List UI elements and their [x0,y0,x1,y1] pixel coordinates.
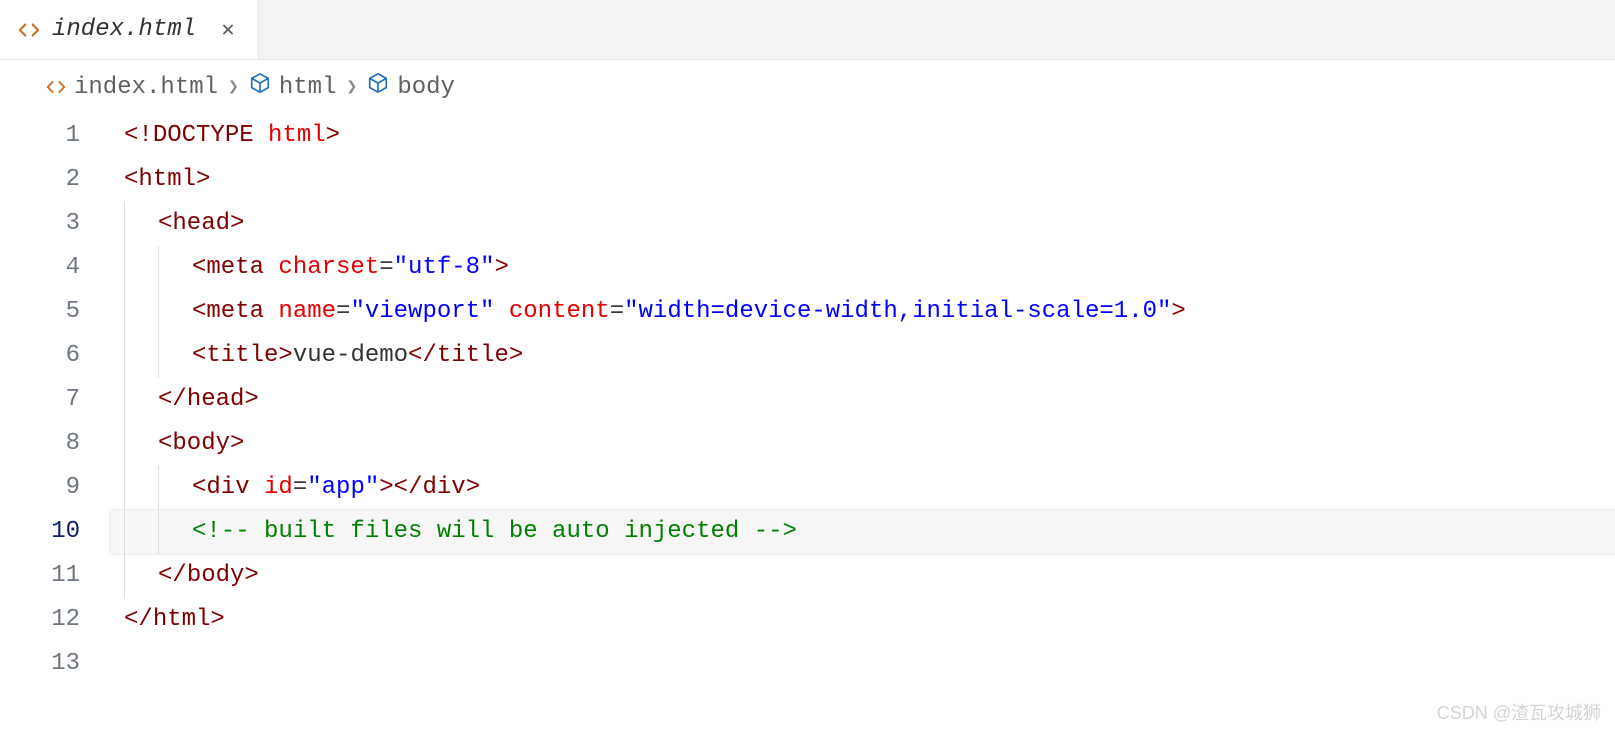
code-content: <!-- built files will be auto injected -… [192,510,797,554]
indent-guide [158,290,192,334]
code-content: <div id="app"></div> [192,466,480,510]
line-number: 10 [0,510,80,554]
indent-guide [158,510,192,554]
indent-guide [124,290,158,334]
breadcrumb-segment-body[interactable]: body [367,72,455,102]
code-content: <body> [158,422,244,466]
cube-icon [367,72,389,102]
line-number: 7 [0,378,80,422]
code-line[interactable]: <head> [110,202,1615,246]
editor[interactable]: 12345678910111213 <!DOCTYPE html><html><… [0,114,1615,686]
indent-guide [124,554,158,598]
code-content: <meta charset="utf-8"> [192,246,509,290]
breadcrumb-segment-label: body [397,74,455,101]
code-content: <!DOCTYPE html> [124,114,340,158]
code-line[interactable]: <title>vue-demo</title> [110,334,1615,378]
line-number: 8 [0,422,80,466]
indent-guide [124,334,158,378]
code-content: </html> [124,598,225,642]
code-line[interactable]: <html> [110,158,1615,202]
code-content: <html> [124,158,210,202]
breadcrumb-file[interactable]: index.html [46,74,218,101]
line-number-gutter: 12345678910111213 [0,114,110,686]
breadcrumb-segment-html[interactable]: html [249,72,337,102]
watermark: CSDN @渣瓦攻城狮 [1437,699,1601,725]
code-line[interactable]: <!-- built files will be auto injected -… [110,510,1615,554]
code-content: <meta name="viewport" content="width=dev… [192,290,1186,334]
code-line[interactable]: </body> [110,554,1615,598]
indent-guide [124,510,158,554]
line-number: 5 [0,290,80,334]
line-number: 12 [0,598,80,642]
code-file-icon [46,77,66,97]
tab-filename: index.html [52,16,196,43]
breadcrumb: index.html ❯ html ❯ body [0,60,1615,114]
code-content: <title>vue-demo</title> [192,334,523,378]
chevron-right-icon: ❯ [346,76,357,98]
breadcrumb-file-label: index.html [74,74,218,101]
indent-guide [124,378,158,422]
indent-guide [124,202,158,246]
code-line[interactable]: <body> [110,422,1615,466]
indent-guide [124,422,158,466]
tab-index-html[interactable]: index.html ✕ [0,0,259,59]
tab-bar: index.html ✕ [0,0,1615,60]
indent-guide [124,466,158,510]
code-content: </body> [158,554,259,598]
line-number: 6 [0,334,80,378]
code-area[interactable]: <!DOCTYPE html><html><head><meta charset… [110,114,1615,686]
code-line[interactable]: <meta charset="utf-8"> [110,246,1615,290]
code-file-icon [18,19,40,41]
chevron-right-icon: ❯ [228,76,239,98]
code-line[interactable]: </head> [110,378,1615,422]
indent-guide [158,466,192,510]
line-number: 4 [0,246,80,290]
code-content: <head> [158,202,244,246]
line-number: 1 [0,114,80,158]
line-number: 11 [0,554,80,598]
breadcrumb-segment-label: html [279,74,337,101]
indent-guide [124,246,158,290]
line-number: 13 [0,642,80,686]
line-number: 3 [0,202,80,246]
code-line[interactable]: <div id="app"></div> [110,466,1615,510]
code-line[interactable]: </html> [110,598,1615,642]
indent-guide [158,334,192,378]
code-line[interactable] [110,642,1615,686]
indent-guide [158,246,192,290]
code-content: </head> [158,378,259,422]
line-number: 2 [0,158,80,202]
line-number: 9 [0,466,80,510]
code-line[interactable]: <!DOCTYPE html> [110,114,1615,158]
code-line[interactable]: <meta name="viewport" content="width=dev… [110,290,1615,334]
close-icon[interactable]: ✕ [216,17,240,43]
cube-icon [249,72,271,102]
